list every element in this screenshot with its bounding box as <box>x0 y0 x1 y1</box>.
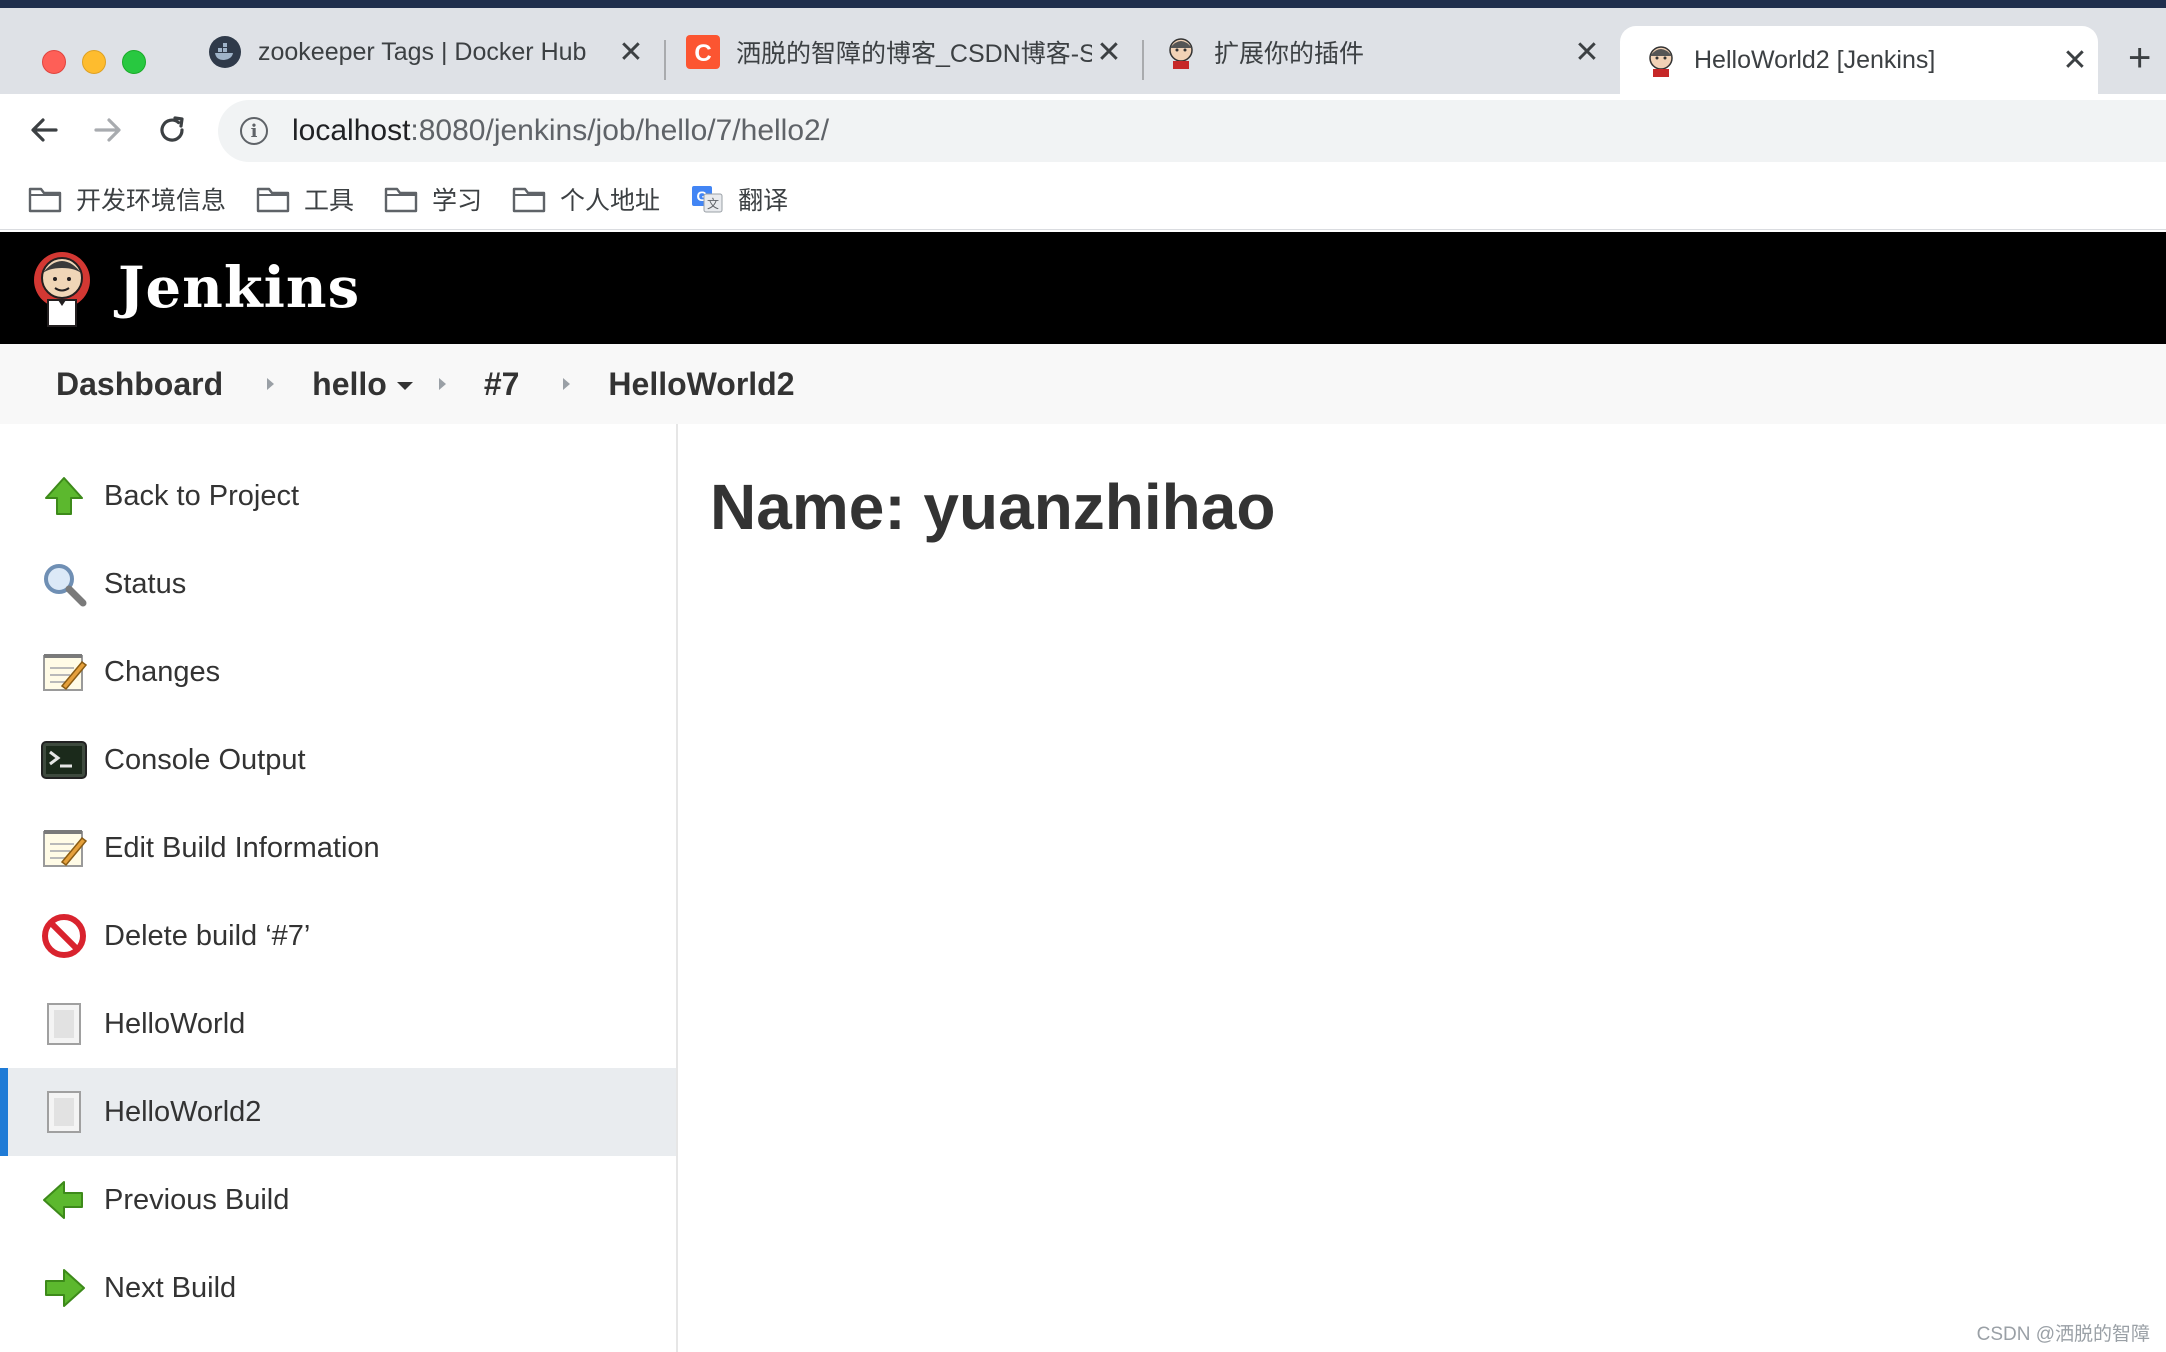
forward-arrow-icon <box>94 118 121 142</box>
bookmark-folder[interactable]: 开发环境信息 <box>28 181 226 217</box>
close-tab-icon[interactable]: ✕ <box>2058 43 2092 78</box>
address-bar[interactable]: i localhost:8080/jenkins/job/hello/7/hel… <box>218 100 2166 162</box>
document-icon <box>47 1091 81 1133</box>
close-tab-icon[interactable]: ✕ <box>1092 35 1126 70</box>
back-button[interactable] <box>16 102 72 158</box>
breadcrumb-label: hello <box>312 365 387 402</box>
sidebar-item-label: Status <box>104 567 187 600</box>
sidebar-item-changes[interactable]: Changes <box>0 628 676 716</box>
reload-icon <box>160 116 184 142</box>
sidebar-item-helloworld2[interactable]: HelloWorld2 <box>0 1068 676 1156</box>
sidebar-item-helloworld[interactable]: HelloWorld <box>0 980 676 1068</box>
main-panel: Name: yuanzhihao <box>710 470 1275 544</box>
tab-title: HelloWorld2 [Jenkins] <box>1694 45 1936 74</box>
caret-down-icon[interactable] <box>396 382 413 391</box>
watermark: CSDN @洒脱的智障 <box>1976 1324 2150 1345</box>
url-path: :8080/jenkins/job/hello/7/hello2/ <box>410 114 830 147</box>
sidebar-item-console-output[interactable]: Console Output <box>0 716 676 804</box>
tab-title: 扩展你的插件 <box>1214 40 1365 68</box>
bookmark-label: 翻译 <box>738 186 789 215</box>
breadcrumb-helloworld2[interactable]: HelloWorld2 <box>608 366 794 403</box>
folder-icon <box>384 187 418 212</box>
window-top-strip <box>0 0 2166 8</box>
breadcrumb-job-hello[interactable]: hello <box>312 366 413 403</box>
sidebar-item-label: Next Build <box>104 1271 237 1304</box>
sidebar-item-label: Changes <box>104 655 221 688</box>
sidebar-item-label: HelloWorld <box>104 1007 246 1040</box>
breadcrumb: Dashboard hello #7 HelloWorld2 <box>0 344 2166 424</box>
browser-tab-helloworld2[interactable]: HelloWorld2 [Jenkins] ✕ <box>1620 26 2098 94</box>
bookmark-label: 工具 <box>304 186 355 215</box>
folder-icon <box>28 187 62 212</box>
jenkins-logo-icon[interactable] <box>30 248 94 328</box>
breadcrumb-separator <box>267 378 275 390</box>
browser-tab-docker-hub[interactable]: zookeeper Tags | Docker Hub ✕ <box>208 18 648 86</box>
bookmark-label: 开发环境信息 <box>76 186 227 215</box>
tab-separator <box>1142 40 1144 80</box>
browser-tab-csdn[interactable]: C 洒脱的智障的博客_CSDN博客-S ✕ <box>686 18 1126 86</box>
bookmark-folder[interactable]: 个人地址 <box>512 181 660 217</box>
left-arrow-icon <box>43 1181 83 1219</box>
tab-title: zookeeper Tags | Docker Hub <box>258 37 587 66</box>
close-tab-icon[interactable]: ✕ <box>614 35 648 70</box>
side-panel: Back to Project Status Changes Console O… <box>0 424 678 1352</box>
site-info-icon[interactable]: i <box>240 117 268 145</box>
close-tab-icon[interactable]: ✕ <box>1570 35 1604 70</box>
svg-text:文: 文 <box>707 196 719 211</box>
jenkins-header: Jenkins <box>0 232 2166 344</box>
new-tab-button[interactable]: + <box>2128 36 2151 81</box>
breadcrumb-separator <box>438 378 446 390</box>
sidebar-item-label: Edit Build Information <box>104 831 380 864</box>
page-title: Name: yuanzhihao <box>710 471 1276 543</box>
sidebar-item-status[interactable]: Status <box>0 540 676 628</box>
jenkins-brand[interactable]: Jenkins <box>118 255 360 321</box>
no-entry-icon <box>42 914 86 958</box>
folder-icon <box>256 187 290 212</box>
bookmark-translate[interactable]: G文 翻译 <box>690 181 788 217</box>
sidebar-item-edit-build-information[interactable]: Edit Build Information <box>0 804 676 892</box>
toolbar: i localhost:8080/jenkins/job/hello/7/hel… <box>0 94 2166 168</box>
breadcrumb-separator <box>563 378 571 390</box>
bookmark-label: 个人地址 <box>560 186 661 215</box>
breadcrumb-dashboard[interactable]: Dashboard <box>56 366 223 403</box>
sidebar-item-previous-build[interactable]: Previous Build <box>0 1156 676 1244</box>
sidebar-item-label: Console Output <box>104 743 306 776</box>
svg-text:C: C <box>694 40 711 67</box>
breadcrumb-build-7[interactable]: #7 <box>484 366 520 403</box>
minimize-window-button[interactable] <box>82 50 106 74</box>
url-host: localhost <box>292 114 411 147</box>
back-arrow-icon <box>31 118 58 142</box>
sidebar-item-label: HelloWorld2 <box>104 1095 262 1128</box>
sidebar-item-back-to-project[interactable]: Back to Project <box>0 452 676 540</box>
document-icon <box>47 1003 81 1045</box>
notepad-icon <box>43 830 88 867</box>
docker-whale-icon <box>208 35 242 69</box>
tab-title: 洒脱的智障的博客_CSDN博客-S <box>736 40 1092 68</box>
forward-button[interactable] <box>80 102 136 158</box>
tab-separator <box>664 40 666 80</box>
terminal-icon <box>41 741 87 779</box>
reload-button[interactable] <box>144 102 200 158</box>
bookmark-folder[interactable]: 学习 <box>384 181 482 217</box>
bookmark-folder[interactable]: 工具 <box>256 181 354 217</box>
google-translate-icon: G文 <box>692 185 723 212</box>
sidebar-item-label: Delete build ‘#7’ <box>104 919 311 952</box>
bookmarks-bar: 开发环境信息 工具 学习 个人地址 G文 翻译 <box>0 168 2166 230</box>
up-arrow-icon <box>45 477 83 515</box>
close-window-button[interactable] <box>42 50 66 74</box>
magnifier-icon <box>44 564 87 607</box>
right-arrow-icon <box>45 1269 85 1307</box>
jenkins-butler-icon <box>1644 43 1678 77</box>
csdn-icon: C <box>686 35 720 69</box>
bookmark-label: 学习 <box>432 186 483 215</box>
jenkins-butler-icon <box>1164 35 1198 69</box>
maximize-window-button[interactable] <box>122 50 146 74</box>
notepad-icon <box>43 654 88 691</box>
sidebar-item-label: Back to Project <box>104 479 300 512</box>
sidebar-item-delete-build[interactable]: Delete build ‘#7’ <box>0 892 676 980</box>
browser-tab-extend-plugins[interactable]: 扩展你的插件 ✕ <box>1164 18 1604 86</box>
sidebar-item-next-build[interactable]: Next Build <box>0 1244 676 1332</box>
folder-icon <box>512 187 546 212</box>
sidebar-item-label: Previous Build <box>104 1183 290 1216</box>
